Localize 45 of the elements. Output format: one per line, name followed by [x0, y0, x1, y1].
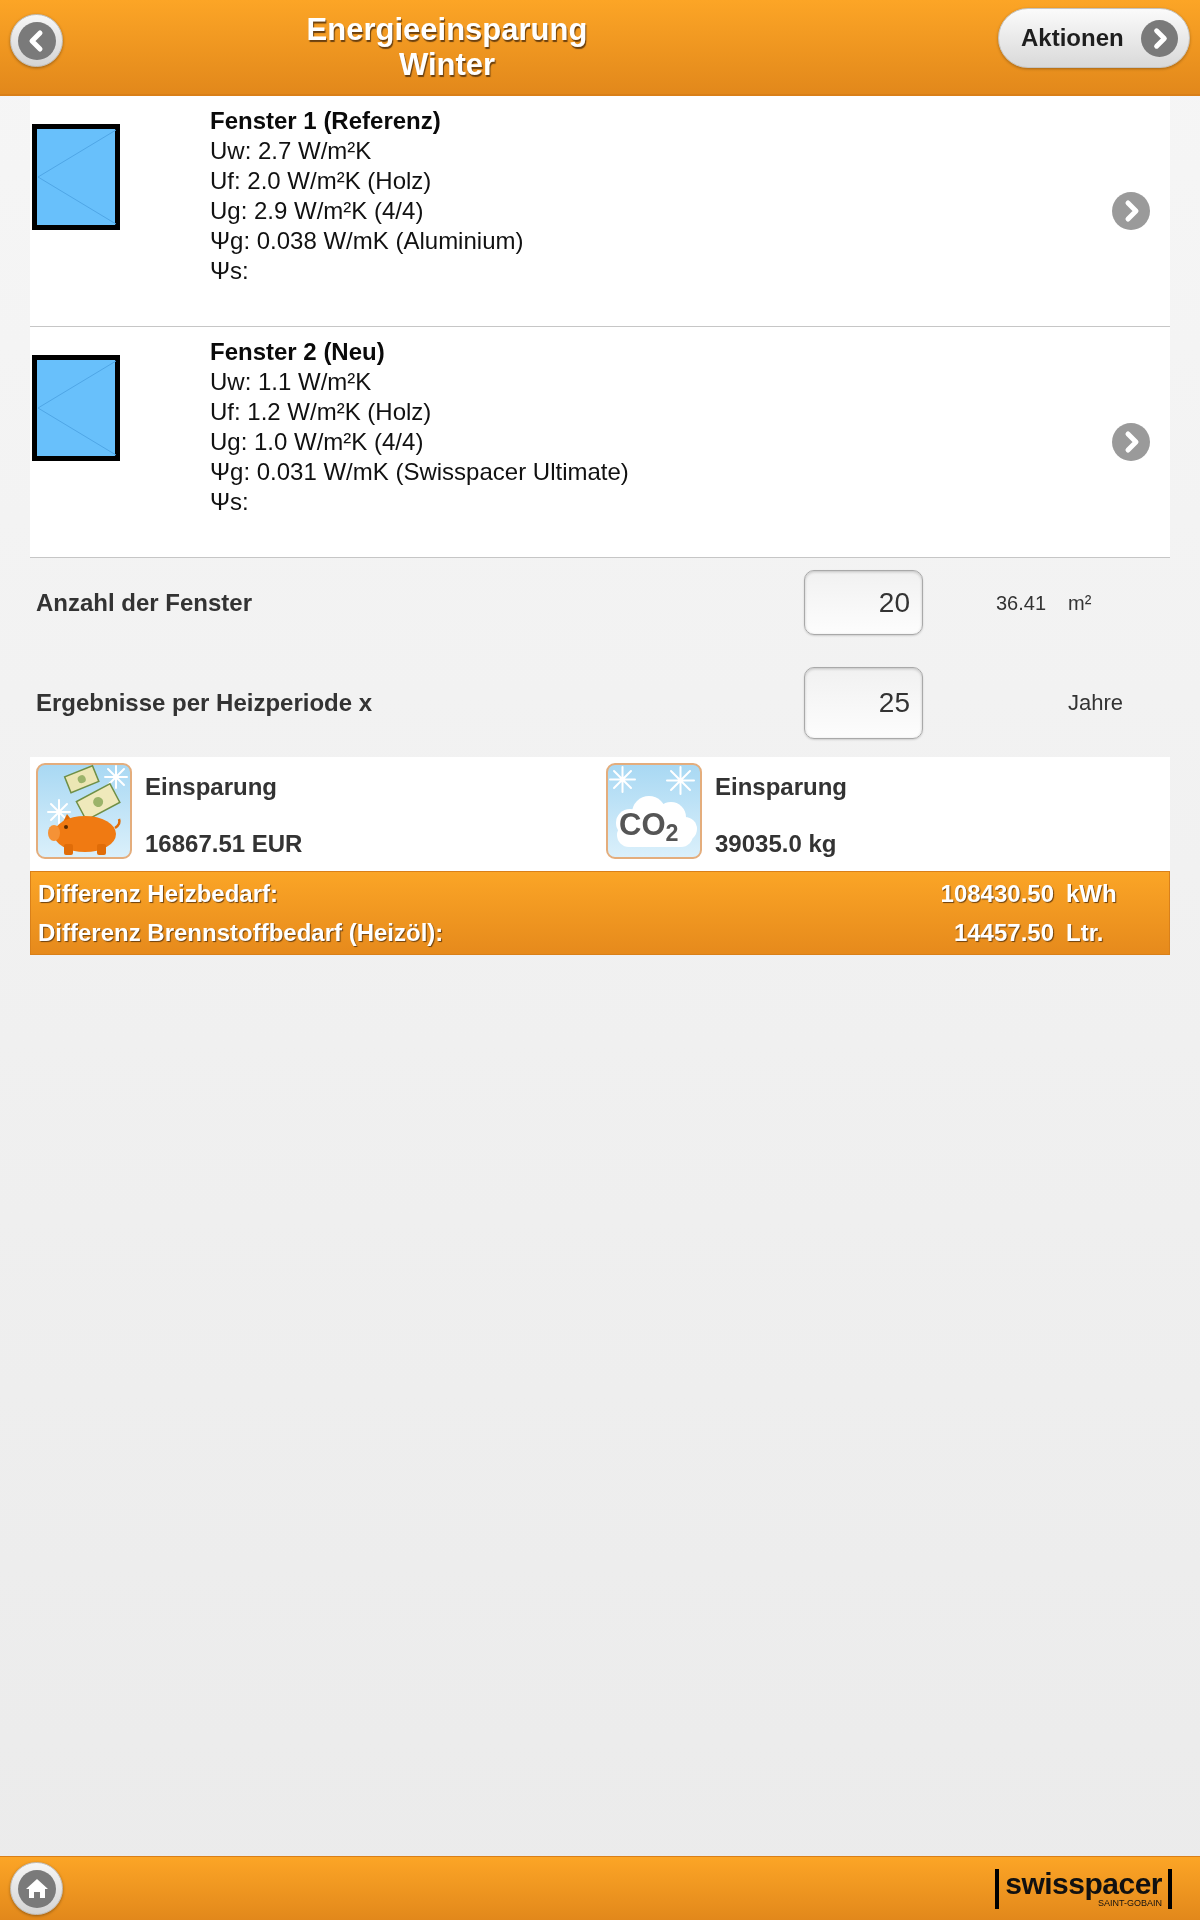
unit-label: Ltr.	[1066, 918, 1104, 948]
unit-label: Jahre	[1068, 690, 1124, 716]
chevron-right-icon[interactable]	[1112, 423, 1150, 461]
chevron-right-icon	[1141, 19, 1178, 57]
co2-label: CO$_{2}$	[619, 808, 679, 842]
snow-cloud-icon	[606, 763, 702, 859]
savings-value: 16867.51 EUR	[145, 831, 303, 857]
window-property: Ψs:	[210, 256, 249, 286]
field-label: Anzahl der Fenster	[36, 587, 254, 618]
summary-value: 108430.50	[940, 879, 1054, 909]
piggy-bank-icon	[36, 763, 132, 859]
window-property: Ug: 2.9 W/m²K (4/4)	[210, 196, 424, 226]
summary-value: 14457.50	[953, 918, 1054, 948]
home-button[interactable]	[10, 1862, 63, 1915]
window-property: Ψg: 0.031 W/mK (Swisspacer Ultimate)	[210, 457, 629, 487]
window-icon	[32, 355, 120, 461]
field-label: Ergebnisse per Heizperiode x	[36, 688, 374, 718]
savings-label: Einsparung	[145, 774, 277, 800]
number-field[interactable]: 25	[804, 667, 923, 739]
chevron-right-icon[interactable]	[1112, 192, 1150, 230]
number-field[interactable]: 20	[804, 570, 923, 635]
window-property: Ψs:	[210, 487, 249, 517]
summary-label: Differenz Heizbedarf:	[38, 879, 280, 909]
window-title: Fenster 2 (Neu)	[210, 337, 385, 367]
home-icon	[17, 1869, 56, 1908]
logo-tagline: SAINT-GOBAIN	[1098, 1897, 1162, 1908]
unit-label: kWh	[1066, 879, 1117, 909]
window-icon	[32, 124, 120, 230]
logo-wordmark: swisspacer	[1005, 1869, 1162, 1898]
window-property: Uw: 2.7 W/m²K	[210, 136, 372, 166]
window-property: Uw: 1.1 W/m²K	[210, 367, 372, 397]
window-property: Ψg: 0.038 W/mK (Aluminium)	[210, 226, 524, 256]
back-button[interactable]	[10, 14, 63, 67]
savings-value: 39035.0 kg	[715, 831, 837, 857]
unit-label: m²	[1068, 590, 1092, 616]
window-property: Uf: 1.2 W/m²K (Holz)	[210, 397, 432, 427]
window-property: Ug: 1.0 W/m²K (4/4)	[210, 427, 424, 457]
window-title: Fenster 1 (Referenz)	[210, 106, 441, 136]
actions-button[interactable]: Aktionen	[998, 8, 1190, 68]
page-title: Energieeinsparung Winter	[305, 12, 589, 82]
field-reading: 36.41	[996, 590, 1047, 616]
savings-label: Einsparung	[715, 774, 847, 800]
window-property: Uf: 2.0 W/m²K (Holz)	[210, 166, 432, 196]
chevron-left-icon	[17, 21, 56, 60]
summary-label: Differenz Brennstoffbedarf (Heizöl):	[38, 918, 445, 948]
